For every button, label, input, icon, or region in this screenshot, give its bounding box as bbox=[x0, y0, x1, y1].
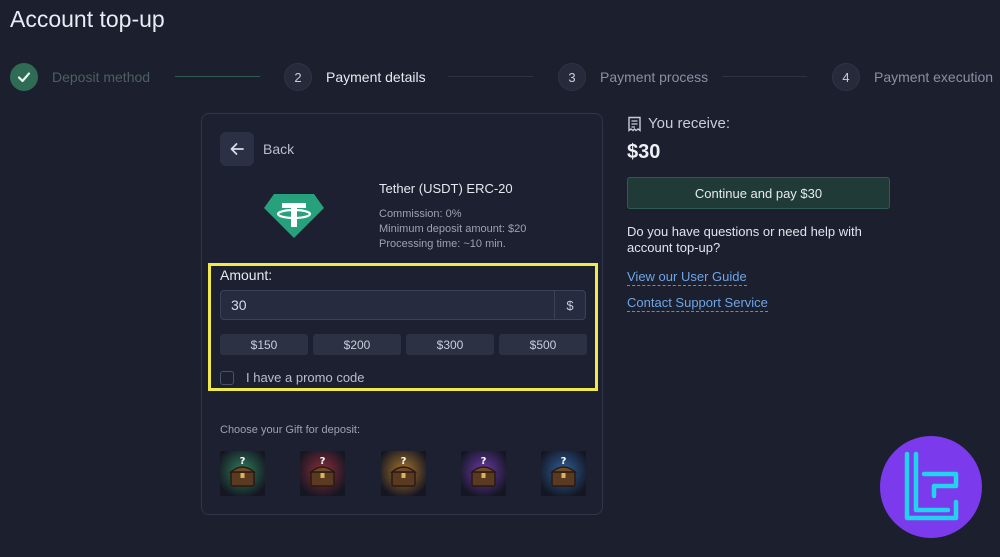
preset-200-button[interactable]: $200 bbox=[313, 334, 401, 355]
receive-amount: $30 bbox=[627, 141, 661, 163]
step-label: Deposit method bbox=[52, 69, 151, 85]
commission-text: Commission: 0% bbox=[379, 208, 462, 220]
receipt-icon bbox=[628, 116, 641, 132]
minimum-deposit-text: Minimum deposit amount: $20 bbox=[379, 223, 527, 235]
step-payment-details[interactable]: 2 Payment details bbox=[284, 63, 426, 91]
step-connector bbox=[722, 76, 807, 77]
method-info: Commission: 0% Minimum deposit amount: $… bbox=[379, 207, 526, 252]
contact-support-link[interactable]: Contact Support Service bbox=[627, 295, 768, 312]
gift-label: Choose your Gift for deposit: bbox=[220, 424, 361, 436]
gift-chest-icon[interactable]: ? bbox=[461, 451, 506, 496]
gift-chest-icon[interactable]: ? bbox=[300, 451, 345, 496]
svg-text:?: ? bbox=[401, 456, 407, 467]
user-guide-link[interactable]: View our User Guide bbox=[627, 269, 747, 286]
tether-icon bbox=[262, 192, 326, 240]
svg-text:?: ? bbox=[240, 456, 246, 467]
continue-pay-button[interactable]: Continue and pay $30 bbox=[627, 177, 890, 209]
preset-500-button[interactable]: $500 bbox=[499, 334, 587, 355]
preset-150-button[interactable]: $150 bbox=[220, 334, 308, 355]
step-number: 4 bbox=[832, 63, 860, 91]
svg-text:?: ? bbox=[320, 456, 326, 467]
stepper: Deposit method 2 Payment details 3 Payme… bbox=[0, 60, 1000, 94]
step-label: Payment process bbox=[600, 69, 709, 85]
promo-code-toggle[interactable]: I have a promo code bbox=[220, 370, 365, 385]
payment-details-card: Back Tether (USDT) ERC-20 Commission: 0%… bbox=[201, 113, 603, 515]
gift-list: ????? bbox=[220, 451, 586, 497]
amount-input[interactable] bbox=[221, 291, 555, 319]
gift-chest-icon[interactable]: ? bbox=[220, 451, 265, 496]
arrow-left-icon bbox=[230, 143, 244, 155]
step-connector bbox=[448, 76, 533, 77]
back-button[interactable] bbox=[220, 132, 254, 166]
step-connector bbox=[175, 76, 260, 77]
amount-presets: $150 $200 $300 $500 bbox=[220, 334, 587, 355]
back-label[interactable]: Back bbox=[263, 141, 294, 157]
gift-chest-icon[interactable]: ? bbox=[381, 451, 426, 496]
step-payment-process[interactable]: 3 Payment process bbox=[558, 63, 708, 91]
step-label: Payment execution bbox=[874, 69, 994, 85]
processing-time-text: Processing time: ~10 min. bbox=[379, 238, 506, 250]
check-icon bbox=[10, 63, 38, 91]
svg-text:?: ? bbox=[481, 456, 487, 467]
step-number: 2 bbox=[284, 63, 312, 91]
svg-text:?: ? bbox=[561, 456, 567, 467]
help-text: Do you have questions or need help with … bbox=[627, 224, 862, 255]
step-number: 3 bbox=[558, 63, 586, 91]
step-payment-execution[interactable]: 4 Payment execution bbox=[832, 63, 993, 91]
amount-field: $ bbox=[220, 290, 586, 320]
brand-logo bbox=[880, 436, 982, 538]
receive-label: You receive: bbox=[648, 115, 731, 132]
page-title: Account top-up bbox=[10, 6, 165, 32]
step-label: Payment details bbox=[326, 69, 426, 85]
method-name: Tether (USDT) ERC-20 bbox=[379, 181, 513, 196]
receive-row: You receive: bbox=[627, 115, 730, 132]
gift-chest-icon[interactable]: ? bbox=[541, 451, 586, 496]
step-deposit-method[interactable]: Deposit method bbox=[10, 63, 150, 91]
amount-label: Amount: bbox=[220, 267, 273, 283]
preset-300-button[interactable]: $300 bbox=[406, 334, 494, 355]
promo-checkbox[interactable] bbox=[220, 370, 234, 385]
promo-label: I have a promo code bbox=[246, 370, 365, 385]
currency-symbol: $ bbox=[554, 291, 585, 319]
